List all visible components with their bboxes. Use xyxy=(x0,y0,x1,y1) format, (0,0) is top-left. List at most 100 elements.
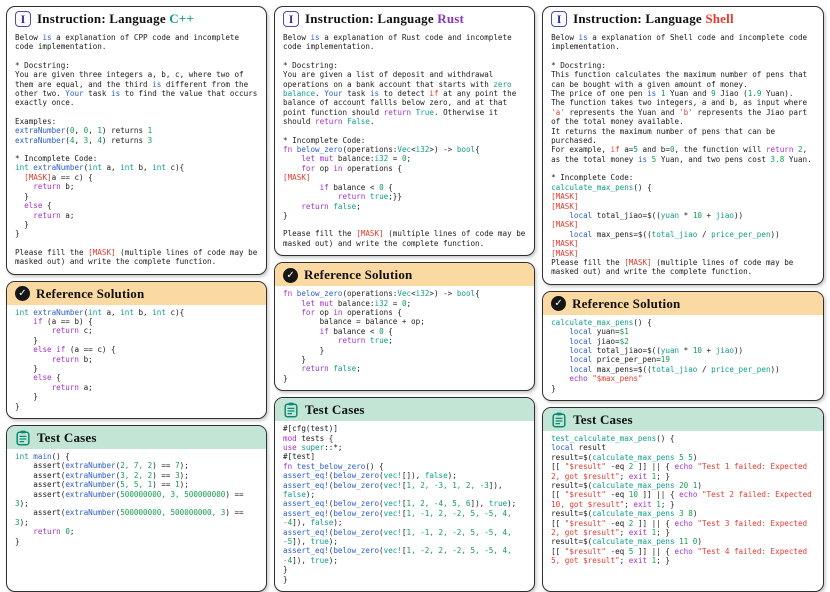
code-token: Your xyxy=(324,89,342,98)
code-line: balance = balance + op; xyxy=(283,317,526,326)
code-line: return b; xyxy=(15,355,258,364)
code-line: return a; xyxy=(15,383,258,392)
code-token: True xyxy=(416,108,434,117)
code-token: ); xyxy=(333,518,342,527)
code-token xyxy=(15,355,52,364)
code-token: return xyxy=(338,336,365,345)
code-token: calculate_max_pens xyxy=(551,318,633,327)
test-cases-card: Test Cases #[cfg(test)]mod tests {use su… xyxy=(274,397,535,592)
code-line: let mut balance:i32 = 0; xyxy=(283,154,526,163)
code-token: ]), xyxy=(489,481,507,490)
code-token: tests { xyxy=(297,434,334,443)
code-token: c; xyxy=(79,326,93,335)
code-line: * Incomplete Code: xyxy=(551,173,815,182)
code-token: [MASK] xyxy=(551,202,578,211)
code-line xyxy=(283,220,526,229)
code-token: [MASK] xyxy=(24,173,51,182)
code-token: is xyxy=(310,33,319,42)
code-token: int xyxy=(120,163,134,172)
code-token: $2 xyxy=(620,337,629,346)
code-token: 3 xyxy=(148,136,153,145)
code-token: for xyxy=(301,164,315,173)
code-line: * Docstring: xyxy=(15,61,258,70)
code-token: return xyxy=(766,145,793,154)
code-token: int xyxy=(152,163,166,172)
code-line xyxy=(15,52,258,61)
code-token: ) xyxy=(697,481,702,490)
code-line: assert(extraNumber(3, 2, 2) == 3); xyxy=(15,471,258,480)
code-line: The function takes two integers, a and b… xyxy=(551,98,815,126)
code-line: return 0; xyxy=(15,527,258,536)
code-token xyxy=(15,373,33,382)
code-token: ) == xyxy=(225,508,248,517)
code-token xyxy=(283,299,301,308)
code-token: [MASK] xyxy=(624,258,651,267)
code-token: below_zero xyxy=(333,499,379,508)
reference-solution-body: fn below_zero(operations:Vec<i32>) -> bo… xyxy=(275,286,534,390)
code-token: result xyxy=(574,443,606,452)
code-line: [MASK] xyxy=(551,192,815,201)
code-token: 10 xyxy=(693,346,702,355)
code-line: return c; xyxy=(15,326,258,335)
code-line: Below is a explanation of Shell code and… xyxy=(551,33,815,52)
code-token: fn xyxy=(283,145,292,154)
code-token: true xyxy=(370,192,388,201)
code-token: [MASK] xyxy=(551,249,578,258)
code-token: yuan xyxy=(661,211,679,220)
code-token: is xyxy=(370,89,379,98)
code-token: if xyxy=(320,183,329,192)
instruction-text-icon: I xyxy=(283,11,299,27)
code-line: assert(extraNumber(2, 7, 2) == 7); xyxy=(15,461,258,470)
code-token: * xyxy=(679,211,693,220)
code-token: return xyxy=(52,326,79,335)
code-line: assert(extraNumber(500000000, 500000000,… xyxy=(15,508,258,527)
code-token: } xyxy=(15,220,29,229)
code-token: ; xyxy=(620,556,629,565)
code-token: calculate_max_pens xyxy=(551,183,633,192)
code-token: ); xyxy=(448,471,457,480)
code-token: [[ xyxy=(551,490,565,499)
code-line: calculate_max_pens() { xyxy=(551,318,815,327)
test-cases-header: Test Cases xyxy=(7,426,266,449)
code-token: exit xyxy=(629,472,647,481)
code-token: is xyxy=(579,33,588,42)
code-token: op xyxy=(315,308,333,317)
code-token: below_zero xyxy=(333,481,379,490)
code-line: local max_pens=$((total_jiao / price_per… xyxy=(551,230,815,239)
code-line: #[cfg(test)] xyxy=(283,424,526,433)
code-line: for op in operations { xyxy=(283,164,526,173)
reference-solution-card: ✓ Reference Solution calculate_max_pens(… xyxy=(542,291,824,401)
code-token: 500000000, 500000000, 3 xyxy=(120,508,225,517)
code-token: * Incomplete Code: xyxy=(551,173,633,182)
code-token: is xyxy=(638,155,647,164)
code-line: [[ "$result" -eq 2 ]] || { echo "Test 1 … xyxy=(551,462,815,481)
code-token: False xyxy=(347,117,370,126)
code-token: if xyxy=(429,89,438,98)
code-line xyxy=(283,127,526,136)
code-token: ) == xyxy=(152,480,175,489)
clipboard-icon xyxy=(551,412,567,428)
code-token: local xyxy=(551,443,574,452)
code-token: assert( xyxy=(15,461,65,470)
code-line xyxy=(551,52,815,61)
code-token: #[cfg(test)] xyxy=(283,424,338,433)
code-token: * Incomplete Code: xyxy=(283,136,365,145)
code-token: 3 8 xyxy=(679,509,693,518)
code-token: ; xyxy=(70,527,75,536)
code-token: vec! xyxy=(384,546,402,555)
code-token: } xyxy=(15,537,20,546)
code-line: } xyxy=(283,211,526,220)
code-line: } xyxy=(283,374,526,383)
code-token: -eq xyxy=(606,519,629,528)
code-token: 2, 7, 2 xyxy=(120,461,152,470)
code-line: } xyxy=(15,229,258,238)
code-line: The price of one pen is 1 Yuan and 9 Jia… xyxy=(551,89,815,98)
code-token xyxy=(283,327,320,336)
code-line: int main() { xyxy=(15,452,258,461)
code-line: [MASK] xyxy=(551,239,815,248)
code-token: -eq xyxy=(606,547,629,556)
code-token: echo xyxy=(675,547,693,556)
code-line: * Incomplete Code: xyxy=(15,154,258,163)
reference-solution-header: ✓ Reference Solution xyxy=(543,292,823,315)
code-line: let mut balance:i32 = 0; xyxy=(283,299,526,308)
